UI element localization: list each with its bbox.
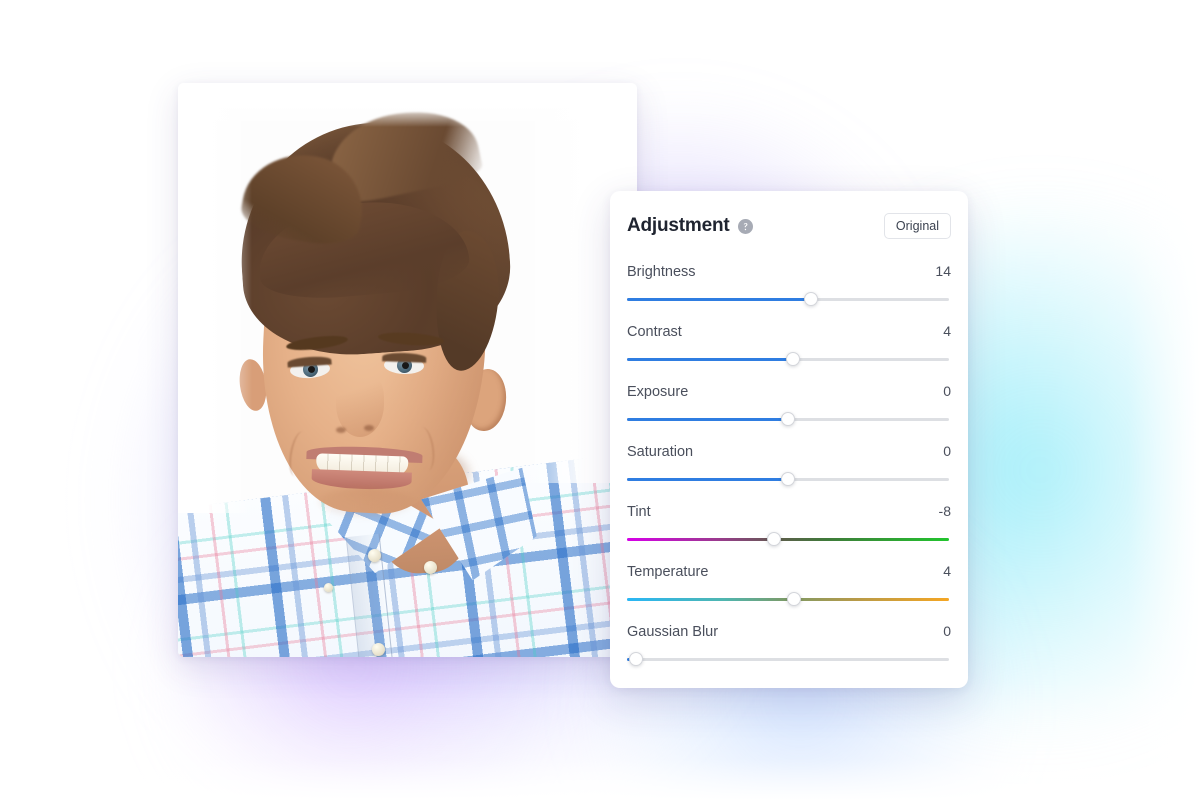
slider-label: Brightness (627, 264, 696, 280)
slider-row: Temperature 4 (627, 563, 951, 606)
slider-track-base (627, 658, 949, 661)
slider-value: 4 (943, 563, 951, 579)
portrait-illustration (178, 83, 637, 657)
chin-shading (318, 487, 414, 517)
shirt-button (324, 583, 333, 592)
slider-label: Gaussian Blur (627, 624, 719, 640)
slider-row: Brightness 14 (627, 263, 951, 306)
eye-right (382, 352, 427, 375)
nostril-left (336, 427, 346, 433)
slider-track[interactable] (627, 472, 949, 486)
slider-label-line: Gaussian Blur 0 (627, 623, 951, 640)
slider-row: Contrast 4 (627, 323, 951, 366)
slider-thumb[interactable] (787, 592, 802, 606)
slider-thumb[interactable] (803, 292, 818, 306)
photo-backdrop-left (178, 83, 252, 513)
slider-label: Saturation (627, 444, 694, 460)
slider-thumb[interactable] (781, 472, 795, 486)
shirt-button (424, 561, 437, 574)
slider-label: Exposure (627, 384, 689, 400)
shirt-button (372, 643, 385, 656)
slider-track-fill (627, 298, 811, 301)
help-circle-icon[interactable] (737, 218, 753, 234)
slider-track-fill (627, 358, 793, 361)
slider-label: Contrast (627, 324, 682, 340)
slider-track[interactable] (627, 592, 949, 606)
slider-thumb[interactable] (766, 532, 781, 546)
slider-track-gradient (627, 538, 949, 541)
slider-label-line: Brightness 14 (627, 263, 951, 280)
shirt-button (368, 549, 381, 562)
slider-thumb[interactable] (629, 652, 644, 666)
slider-value: 0 (943, 623, 951, 639)
slider-track[interactable] (627, 292, 949, 306)
original-button[interactable]: Original (883, 212, 951, 240)
slider-thumb[interactable] (785, 352, 800, 366)
slider-track-fill (627, 478, 788, 481)
slider-row: Exposure 0 (627, 383, 951, 426)
slider-value: 4 (943, 323, 951, 339)
slider-track[interactable] (627, 532, 949, 546)
panel-title-group: Adjustment (627, 215, 753, 237)
slider-row: Saturation 0 (627, 443, 951, 486)
nostril-right (364, 425, 374, 431)
slider-value: 0 (943, 383, 951, 399)
slider-track-fill (627, 418, 788, 421)
slider-label: Temperature (627, 564, 709, 580)
adjustment-panel: Adjustment Original Brightness 14 Contrast… (610, 191, 968, 688)
slider-track[interactable] (627, 412, 949, 426)
photo-image (178, 83, 637, 657)
slider-list: Brightness 14 Contrast 4 Exposure 0 Saturation… (627, 263, 951, 666)
slider-track[interactable] (627, 652, 949, 666)
slider-label-line: Saturation 0 (627, 443, 951, 460)
slider-label: Tint (627, 504, 651, 520)
slider-value: -8 (938, 503, 951, 519)
slider-thumb[interactable] (781, 412, 795, 426)
eye-left (287, 355, 332, 380)
slider-row: Tint -8 (627, 503, 951, 546)
slider-track[interactable] (627, 352, 949, 366)
slider-label-line: Exposure 0 (627, 383, 951, 400)
app-canvas: Adjustment Original Brightness 14 Contrast… (0, 0, 1200, 800)
photo-preview-card[interactable] (178, 83, 637, 657)
slider-label-line: Contrast 4 (627, 323, 951, 340)
slider-value: 0 (943, 443, 951, 459)
slider-label-line: Tint -8 (627, 503, 951, 520)
panel-title: Adjustment (627, 215, 730, 236)
panel-header: Adjustment Original (627, 209, 951, 243)
mouth (305, 444, 423, 493)
slider-row: Gaussian Blur 0 (627, 623, 951, 666)
slider-label-line: Temperature 4 (627, 563, 951, 580)
slider-value: 14 (935, 263, 951, 279)
